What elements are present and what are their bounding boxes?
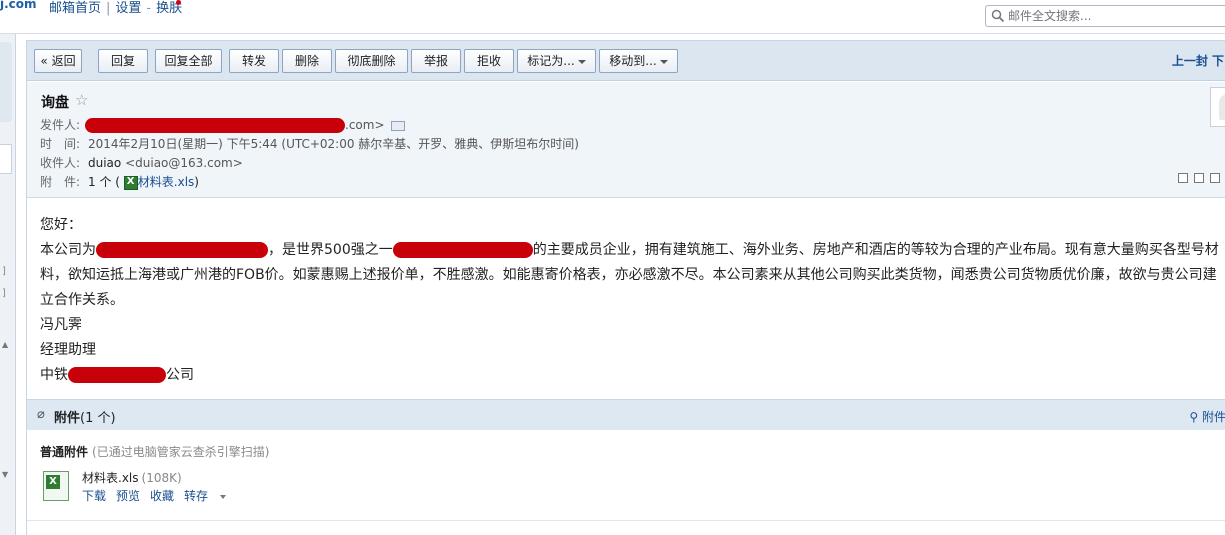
preview-link[interactable]: 预览 <box>116 489 140 503</box>
attachment-file: 材料表.xls (108K) <box>82 469 182 486</box>
scan-note: (已通过电脑管家云查杀引擎扫描) <box>92 445 270 459</box>
search-input[interactable] <box>1008 8 1218 24</box>
to-label: 收件人: <box>40 156 81 170</box>
attachment-actions: 下载 预览 收藏 转存 <box>82 487 236 504</box>
sidebar-panel <box>0 42 12 122</box>
mark-as-label: 标记为... <box>527 54 575 68</box>
attachments-box: 普通附件(已通过电脑管家云查杀引擎扫描) 材料表.xls(108K) 下载预览收… <box>27 431 1225 521</box>
mail-subject: 询盘 <box>41 95 69 111</box>
signature-title: 经理助理 <box>40 342 96 358</box>
from-label: 发件人: <box>40 118 81 132</box>
paperclip-icon: ⌀ <box>37 407 45 422</box>
bracket-mark: ] <box>2 288 6 299</box>
nav-mail-home[interactable]: 邮箱首页 <box>49 1 101 16</box>
attachments-search-label: 附件 <box>1201 410 1225 424</box>
back-button[interactable]: « 返回 <box>34 49 82 73</box>
redacted-block <box>96 242 268 258</box>
attachment-file-name[interactable]: 材料表.xls <box>82 471 139 485</box>
save-to-link[interactable]: 转存 <box>184 489 227 503</box>
excel-file-icon[interactable] <box>43 471 69 501</box>
move-to-label: 移动到... <box>609 54 657 68</box>
delete-button[interactable]: 删除 <box>282 49 332 73</box>
attachments-count: (1 个) <box>80 411 116 426</box>
logo-text: j.com <box>0 0 37 11</box>
attachment-link[interactable]: 材料表.xls <box>138 175 195 189</box>
attachment-close: ) <box>194 175 199 189</box>
bracket-mark: ] <box>2 266 6 277</box>
redacted-block <box>392 242 533 258</box>
reply-all-button[interactable]: 回复全部 <box>155 49 222 73</box>
from-address-suffix[interactable]: .com> <box>345 118 385 132</box>
mail-header: 询盘 ☆ 发件人: .com> 时 间: 2014年2月10日(星期一) 下午5:4… <box>27 82 1225 198</box>
greeting-line: 您好： <box>40 217 82 233</box>
to-row: 收件人: duiao <duiao@163.com> <box>40 154 243 171</box>
signature-name: 冯凡霁 <box>40 317 82 333</box>
mail-reader: « 返回 回复 回复全部 转发 删除 彻底删除 举报 拒收 标记为... 移动到… <box>26 40 1225 535</box>
prev-mail-link[interactable]: 上一封 下 <box>1172 52 1224 69</box>
scroll-up-icon[interactable]: ▲ <box>2 340 8 349</box>
body-text: ，是世界500强之一 <box>268 242 393 258</box>
signature-company: 中铁 公司 <box>40 363 1225 388</box>
scroll-down-icon[interactable]: ▼ <box>2 470 8 479</box>
time-label: 时 间: <box>40 137 81 151</box>
body-text: 公司 <box>166 367 194 383</box>
nav-separator: - <box>146 1 152 16</box>
download-link[interactable]: 下载 <box>82 489 106 503</box>
attachment-file-size: (108K) <box>141 471 182 485</box>
report-button[interactable]: 举报 <box>411 49 461 73</box>
search-icon <box>991 9 1005 23</box>
nav-separator: | <box>106 1 111 16</box>
attachments-bar: ⌀ 附件(1 个) ⚲ 附件 <box>27 399 1225 430</box>
time-value: 2014年2月10日(星期一) 下午5:44 (UTC+02:00 赫尔辛基、开… <box>88 137 579 151</box>
save-to-label: 转存 <box>184 489 209 503</box>
move-to-dropdown[interactable]: 移动到... <box>599 49 678 73</box>
body-paragraph: 本公司为 ，是世界500强之一 的主要成员企业，拥有建筑施工、海外业务、房地产和酒店… <box>40 238 1225 313</box>
delete-permanent-button[interactable]: 彻底删除 <box>335 49 408 73</box>
reject-button[interactable]: 拒收 <box>464 49 514 73</box>
to-email: <duiao@163.com> <box>125 156 243 170</box>
attachment-row: 附 件: 1 个 ( 材料表.xls) <box>40 173 199 190</box>
attachments-title: 附件(1 个) <box>54 407 116 426</box>
top-nav: 邮箱首页 | 设置 - 换肤 <box>49 0 182 16</box>
star-icon[interactable]: ☆ <box>75 91 88 109</box>
excel-file-icon <box>123 175 138 190</box>
mail-toolbar: « 返回 回复 回复全部 转发 删除 彻底删除 举报 拒收 标记为... 移动到… <box>27 41 1225 81</box>
attachments-heading: 附件 <box>54 411 81 426</box>
attachment-count: 1 个 ( <box>88 175 120 189</box>
mark-as-dropdown[interactable]: 标记为... <box>517 49 596 73</box>
redacted-block <box>85 118 345 133</box>
print-icon[interactable] <box>1194 173 1204 183</box>
body-text: 中铁 <box>40 367 68 383</box>
window-icon[interactable] <box>1178 173 1188 183</box>
mail-body: 您好： 本公司为 ，是世界500强之一 的主要成员企业，拥有建筑施工、海外业务、房地… <box>40 213 1225 388</box>
attachments-search-link[interactable]: ⚲ 附件 <box>1189 408 1225 425</box>
redacted-block <box>68 367 166 383</box>
left-sidebar-edge: ] ] ▲ ▼ <box>0 34 16 535</box>
chevron-down-icon <box>659 59 668 64</box>
favorite-link[interactable]: 收藏 <box>150 489 174 503</box>
reply-button[interactable]: 回复 <box>98 49 148 73</box>
contact-card-icon[interactable] <box>390 120 405 131</box>
chevron-down-icon <box>577 59 586 64</box>
normal-attachments-header: 普通附件 (已通过电脑管家云查杀引擎扫描) <box>40 443 269 460</box>
notification-dot <box>176 0 181 5</box>
sidebar-panel <box>0 144 12 174</box>
to-name[interactable]: duiao <box>88 156 121 170</box>
from-row: 发件人: .com> <box>40 116 405 133</box>
normal-attachments-label: 普通附件 <box>40 445 89 459</box>
search-box[interactable] <box>985 5 1225 27</box>
body-text: 本公司为 <box>40 242 96 258</box>
forward-button[interactable]: 转发 <box>229 49 279 73</box>
nav-settings[interactable]: 设置 <box>115 1 141 16</box>
avatar[interactable] <box>1210 87 1225 127</box>
time-row: 时 间: 2014年2月10日(星期一) 下午5:44 (UTC+02:00 赫尔… <box>40 135 579 152</box>
chevron-down-icon <box>220 494 227 499</box>
new-window-icon[interactable] <box>1210 173 1220 183</box>
top-bar: j.com 邮箱首页 | 设置 - 换肤 <box>0 0 1225 34</box>
attachment-label: 附 件: <box>40 175 81 189</box>
